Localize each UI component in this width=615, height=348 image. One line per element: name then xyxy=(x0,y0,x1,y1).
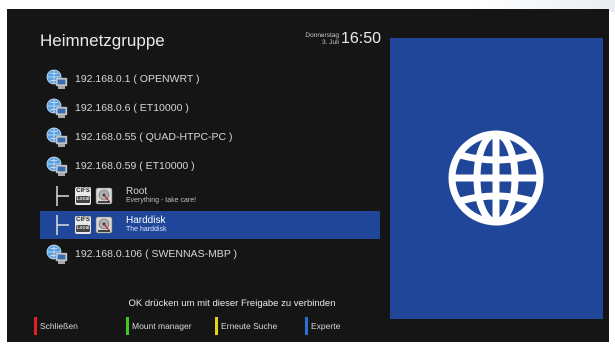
network-computer-icon xyxy=(46,127,68,147)
yellow-key-marker xyxy=(215,317,218,335)
host-label: 192.168.0.59 ( ET10000 ) xyxy=(75,160,195,172)
cifs-sublabel: Local xyxy=(76,196,90,203)
cifs-label: CIFS xyxy=(76,188,90,194)
host-label: 192.168.0.106 ( SWENNAS-MBP ) xyxy=(75,248,238,260)
network-computer-icon xyxy=(46,244,68,264)
host-label: 192.168.0.55 ( QUAD-HTPC-PC ) xyxy=(75,131,233,143)
share-name: Root xyxy=(126,186,148,197)
network-computer-icon xyxy=(46,98,68,118)
host-row[interactable]: 192.168.0.55 ( QUAD-HTPC-PC ) xyxy=(40,123,380,151)
clock: 16:50 xyxy=(341,30,382,47)
share-description: The harddisk xyxy=(126,226,167,233)
share-description: Everything - take care! xyxy=(126,197,197,204)
red-key-marker xyxy=(34,317,37,335)
share-row-selected[interactable]: CIFS Local Harddisk The harddisk xyxy=(40,211,380,239)
preview-panel xyxy=(390,38,603,319)
yellow-button[interactable]: Erneute Suche xyxy=(215,317,277,335)
tree-branch-icon xyxy=(56,215,69,235)
share-row[interactable]: CIFS Local Root Everything - take care! xyxy=(40,182,380,210)
green-button-label: Mount manager xyxy=(132,321,192,331)
page-title: Heimnetzgruppe xyxy=(40,31,165,50)
heimnetzgruppe-screen: Heimnetzgruppe Donnerstag 3. Juli 16:50 … xyxy=(7,9,609,342)
cifs-icon: CIFS Local xyxy=(75,216,91,234)
cifs-icon: CIFS Local xyxy=(75,187,91,205)
network-computer-icon xyxy=(46,156,68,176)
host-label: 192.168.0.6 ( ET10000 ) xyxy=(75,102,189,114)
host-row[interactable]: 192.168.0.106 ( SWENNAS-MBP ) xyxy=(40,240,380,268)
network-computer-icon xyxy=(46,69,68,89)
tree-branch-icon xyxy=(56,186,69,206)
date-date: 3. Juli xyxy=(322,39,339,46)
yellow-button-label: Erneute Suche xyxy=(221,321,278,331)
host-label: 192.168.0.1 ( OPENWRT ) xyxy=(75,73,200,85)
red-button[interactable]: Schließen xyxy=(34,317,78,335)
cifs-sublabel: Local xyxy=(76,225,90,232)
harddisk-icon xyxy=(95,216,113,234)
hint-text: OK drücken um mit dieser Freigabe zu ver… xyxy=(128,298,336,309)
cifs-label: CIFS xyxy=(76,217,90,223)
share-name: Harddisk xyxy=(126,215,166,226)
harddisk-icon xyxy=(95,187,113,205)
blue-key-marker xyxy=(305,317,308,335)
blue-button[interactable]: Experte xyxy=(305,317,340,335)
globe-icon xyxy=(448,130,544,226)
host-row[interactable]: 192.168.0.1 ( OPENWRT ) xyxy=(40,65,380,93)
host-row[interactable]: 192.168.0.6 ( ET10000 ) xyxy=(40,94,380,122)
date-display: Donnerstag 3. Juli xyxy=(289,32,339,46)
red-button-label: Schließen xyxy=(40,321,78,331)
color-button-bar: Schließen Mount manager Erneute Suche Ex… xyxy=(34,317,404,337)
date-day: Donnerstag xyxy=(305,32,339,39)
green-key-marker xyxy=(126,317,129,335)
host-row[interactable]: 192.168.0.59 ( ET10000 ) xyxy=(40,152,380,180)
green-button[interactable]: Mount manager xyxy=(126,317,192,335)
blue-button-label: Experte xyxy=(311,321,341,331)
